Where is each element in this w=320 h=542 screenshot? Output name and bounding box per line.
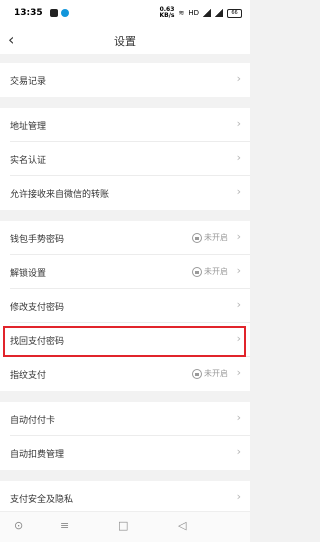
battery-icon: 66 [227,8,242,18]
settings-item-fingerprint[interactable]: 指纹支付 未开启 › [0,357,250,391]
page-title: 设置 [114,35,136,48]
chevron-right-icon: › [236,490,241,503]
notification-icon [50,9,58,17]
home-icon[interactable]: □ [118,519,128,532]
settings-item-label: 钱包手势密码 [10,235,65,245]
settings-item-label: 自动付付卡 [10,416,56,426]
status-label: 未开启 [204,233,228,242]
settings-item-auto-card[interactable]: 自动付付卡 › [0,402,250,436]
settings-item-verification[interactable]: 实名认证 › [0,142,250,176]
settings-item-gesture-password[interactable]: 钱包手势密码 未开启 › [0,221,250,255]
chevron-right-icon: › [236,151,241,164]
signal-icon-2 [215,9,223,17]
chevron-right-icon: › [236,72,241,85]
signal-icon [203,9,211,17]
settings-item-label: 修改支付密码 [10,303,65,313]
status-label: 未开启 [204,267,228,276]
chevron-right-icon: › [236,298,241,311]
chevron-right-icon: › [236,332,241,345]
chevron-right-icon: › [236,411,241,424]
chevron-right-icon: › [236,264,241,277]
lock-icon [192,368,202,379]
status-label: 未开启 [204,369,228,378]
back-nav-icon[interactable]: ◁ [178,519,186,532]
status-bar: 13:35 0.63 KB/s ≋ HD 66 [0,0,250,26]
network-type: HD [188,9,199,17]
settings-item-label: 地址管理 [10,122,47,132]
settings-item-label: 支付安全及隐私 [10,495,74,505]
settings-item-label: 实名认证 [10,156,47,166]
network-speed-unit: KB/s [159,12,175,19]
settings-item-label: 解锁设置 [10,269,47,279]
settings-item-change-password[interactable]: 修改支付密码 › [0,289,250,323]
settings-item-label: 找回支付密码 [10,337,65,347]
settings-item-auto-deduction[interactable]: 自动扣费管理 › [0,436,250,470]
menu-icon[interactable]: ≡ [60,519,69,532]
chevron-right-icon: › [236,230,241,243]
settings-item-wechat-transfer[interactable]: 允许接收来自微信的转账 › [0,176,250,210]
system-nav-bar: ⊙ ≡ □ ◁ [0,511,250,542]
settings-item-label: 允许接收来自微信的转账 [10,190,110,200]
app-notification-icon [61,9,69,17]
chevron-right-icon: › [236,366,241,379]
chevron-right-icon: › [236,185,241,198]
chevron-right-icon: › [236,117,241,130]
settings-item-label: 指纹支付 [10,371,47,381]
wifi-icon: ≋ [178,9,185,17]
settings-item-security-privacy[interactable]: 支付安全及隐私 › [0,481,250,515]
status-time: 13:35 [14,8,43,18]
settings-item-address[interactable]: 地址管理 › [0,108,250,142]
lock-icon [192,266,202,277]
settings-item-transactions[interactable]: 交易记录 › [0,63,250,97]
settings-item-label: 交易记录 [10,77,47,87]
header: ‹ 设置 [0,26,250,54]
status-text: 未开启 [192,368,228,379]
status-indicators: 0.63 KB/s ≋ HD 66 [159,7,242,19]
status-text: 未开启 [192,266,228,277]
lock-icon [192,232,202,243]
status-text: 未开启 [192,232,228,243]
settings-item-label: 自动扣费管理 [10,450,65,460]
chevron-right-icon: › [236,445,241,458]
network-speed: 0.63 KB/s [159,7,174,19]
settings-item-unlock[interactable]: 解锁设置 未开启 › [0,255,250,289]
recent-apps-icon[interactable]: ⊙ [14,519,23,532]
settings-item-recover-password[interactable]: 找回支付密码 › [0,323,250,357]
